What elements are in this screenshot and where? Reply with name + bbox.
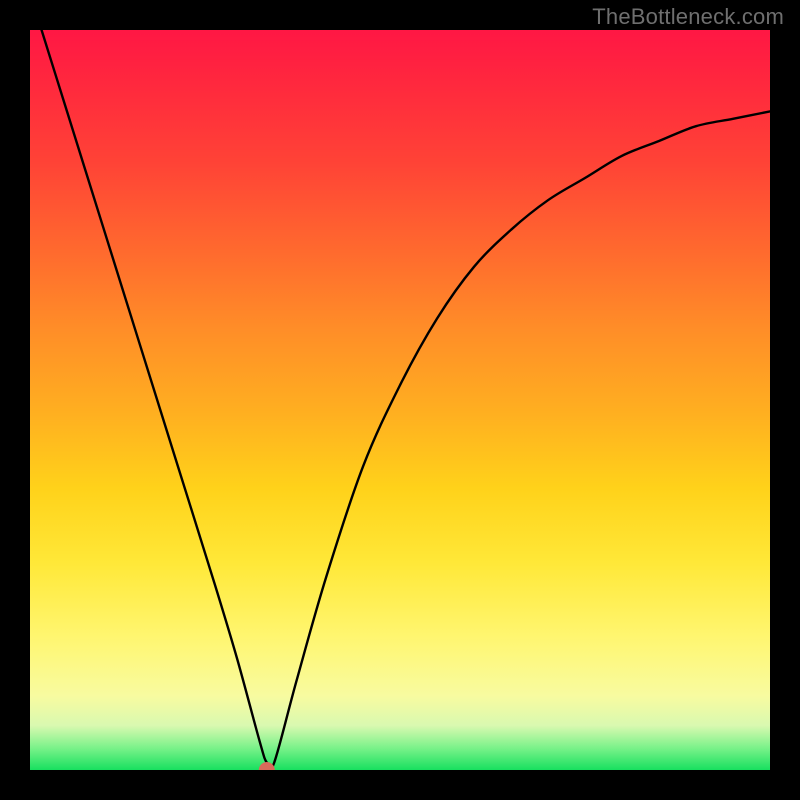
- watermark-label: TheBottleneck.com: [592, 4, 784, 30]
- bottleneck-curve-path: [30, 30, 770, 770]
- chart-frame: TheBottleneck.com: [0, 0, 800, 800]
- plot-area: [30, 30, 770, 770]
- curve-svg: [30, 30, 770, 770]
- curve-minimum-marker: [259, 762, 275, 770]
